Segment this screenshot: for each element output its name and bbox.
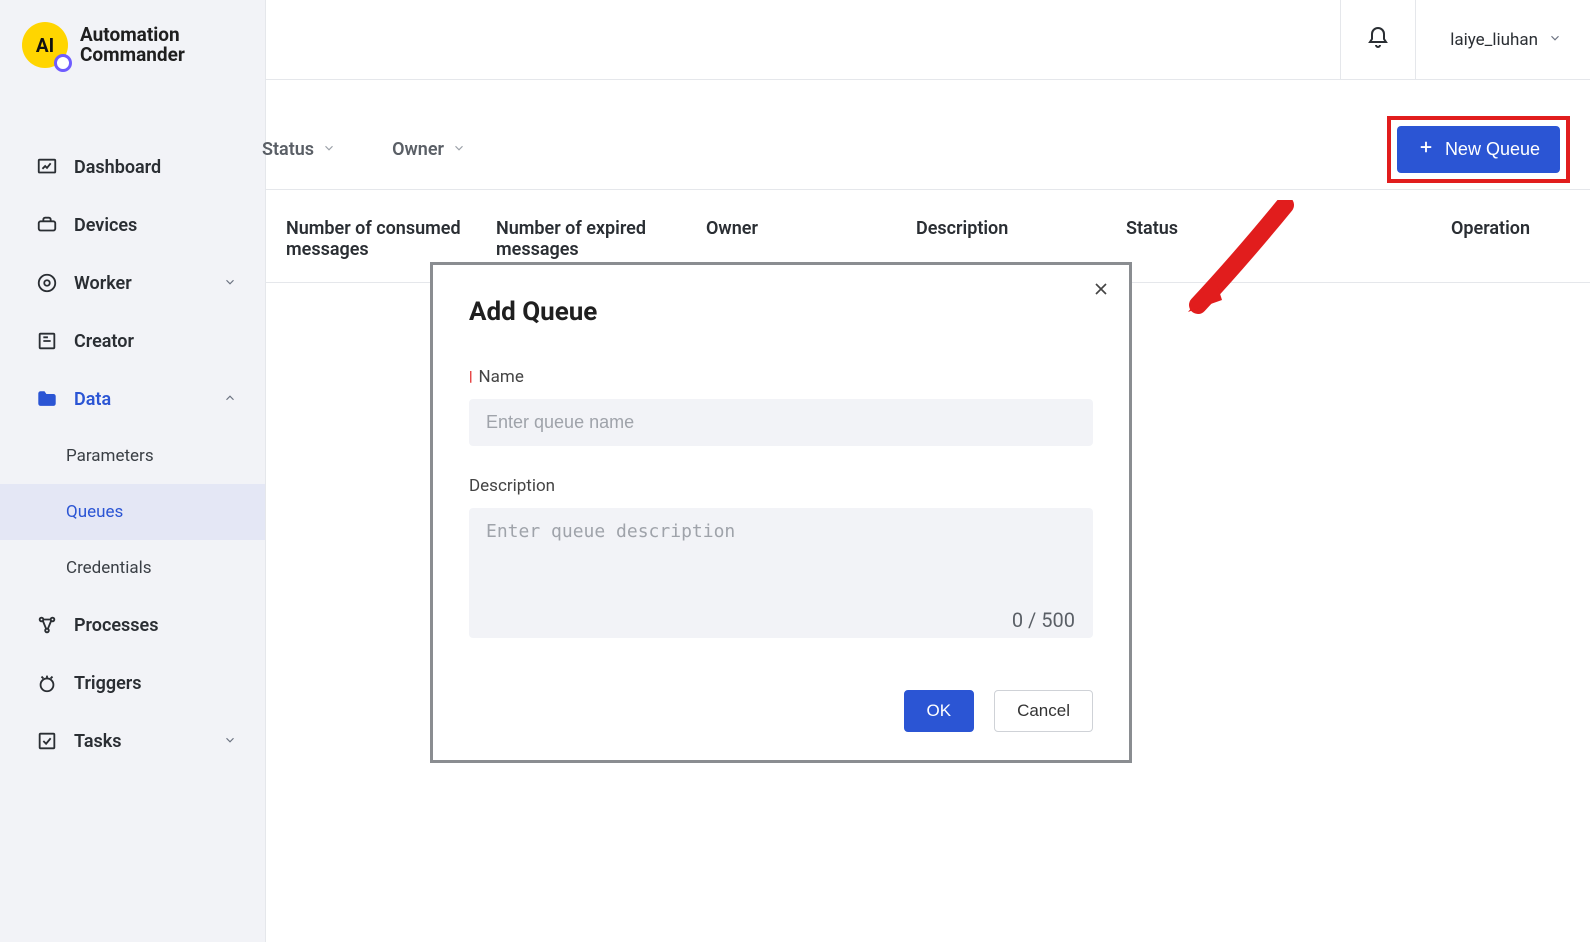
chevron-down-icon (223, 273, 237, 294)
sidebar-item-data[interactable]: Data (0, 370, 265, 428)
new-queue-highlight: New Queue (1387, 116, 1570, 183)
user-name: laiye_liuhan (1450, 30, 1538, 50)
nav: Dashboard Devices Worker Creator (0, 98, 265, 770)
col-operation: Operation (1246, 218, 1570, 260)
sidebar-item-label: Creator (74, 331, 134, 352)
sidebar-item-label: Dashboard (74, 157, 161, 178)
sidebar-sub-queues[interactable]: Queues (0, 484, 265, 540)
filters-row: Status Owner New Queue (266, 110, 1590, 190)
triggers-icon (36, 672, 58, 694)
add-queue-modal: Add Queue | Name Description 0 / 500 OK … (430, 262, 1132, 763)
sidebar: AI Automation Commander Dashboard Device… (0, 0, 266, 942)
brand-name-line1: Automation (80, 25, 185, 45)
devices-icon (36, 214, 58, 236)
col-expired: Number of expired messages (496, 218, 706, 260)
sidebar-item-tasks[interactable]: Tasks (0, 712, 265, 770)
queue-name-input[interactable] (469, 399, 1093, 446)
brand-logo: AI Automation Commander (0, 0, 265, 98)
sidebar-item-label: Triggers (74, 673, 142, 694)
char-count: 0 / 500 (1012, 608, 1075, 632)
brand-badge-dot (54, 54, 72, 72)
chevron-down-icon (223, 731, 237, 752)
chevron-down-icon (452, 139, 466, 160)
sidebar-item-devices[interactable]: Devices (0, 196, 265, 254)
worker-icon (36, 272, 58, 294)
name-label-text: Name (479, 367, 524, 387)
cancel-button[interactable]: Cancel (994, 690, 1093, 732)
sidebar-item-worker[interactable]: Worker (0, 254, 265, 312)
queue-description-input[interactable] (469, 508, 1093, 638)
new-queue-button[interactable]: New Queue (1397, 126, 1560, 173)
close-button[interactable] (1091, 279, 1111, 305)
col-owner: Owner (706, 218, 916, 260)
sidebar-item-creator[interactable]: Creator (0, 312, 265, 370)
chevron-down-icon (1548, 30, 1562, 50)
chevron-up-icon (223, 389, 237, 410)
notifications-button[interactable] (1340, 0, 1416, 80)
sidebar-item-triggers[interactable]: Triggers (0, 654, 265, 712)
modal-title: Add Queue (469, 297, 1093, 327)
tasks-icon (36, 730, 58, 752)
sidebar-item-label: Worker (74, 273, 132, 294)
topbar: laiye_liuhan (266, 0, 1590, 80)
sidebar-sub-label: Parameters (66, 446, 154, 466)
sidebar-sub-credentials[interactable]: Credentials (0, 540, 265, 596)
folder-icon (36, 388, 58, 410)
dashboard-icon (36, 156, 58, 178)
sidebar-item-processes[interactable]: Processes (0, 596, 265, 654)
filter-label: Owner (392, 139, 444, 160)
processes-icon (36, 614, 58, 636)
filter-label: Status (262, 139, 314, 160)
creator-icon (36, 330, 58, 352)
field-description: Description 0 / 500 (469, 476, 1093, 642)
field-name-label: | Name (469, 367, 1093, 387)
ok-button[interactable]: OK (904, 690, 975, 732)
sidebar-sub-parameters[interactable]: Parameters (0, 428, 265, 484)
close-icon (1091, 279, 1111, 304)
user-menu[interactable]: laiye_liuhan (1416, 30, 1562, 50)
bell-icon (1366, 26, 1390, 54)
brand-name-line2: Commander (80, 45, 185, 65)
col-description: Description (916, 218, 1126, 260)
desc-wrap: 0 / 500 (469, 508, 1093, 642)
sidebar-item-label: Processes (74, 615, 159, 636)
sidebar-submenu-data: Parameters Queues Credentials (0, 428, 265, 596)
sidebar-item-label: Data (74, 389, 111, 410)
filter-owner[interactable]: Owner (392, 139, 466, 160)
sidebar-sub-label: Credentials (66, 558, 152, 578)
field-desc-label: Description (469, 476, 1093, 496)
filter-status[interactable]: Status (262, 139, 336, 160)
required-indicator: | (469, 369, 473, 385)
col-consumed: Number of consumed messages (286, 218, 496, 260)
brand-badge: AI (22, 22, 68, 68)
sidebar-item-label: Devices (74, 215, 137, 236)
plus-icon (1417, 138, 1435, 161)
chevron-down-icon (322, 139, 336, 160)
new-queue-label: New Queue (1445, 139, 1540, 160)
brand-name: Automation Commander (80, 25, 185, 65)
brand-badge-text: AI (36, 34, 54, 57)
col-status: Status (1126, 218, 1246, 260)
sidebar-item-dashboard[interactable]: Dashboard (0, 138, 265, 196)
sidebar-sub-label: Queues (66, 502, 123, 522)
desc-label-text: Description (469, 476, 555, 496)
modal-actions: OK Cancel (469, 690, 1093, 732)
sidebar-item-label: Tasks (74, 731, 122, 752)
field-name: | Name (469, 367, 1093, 446)
